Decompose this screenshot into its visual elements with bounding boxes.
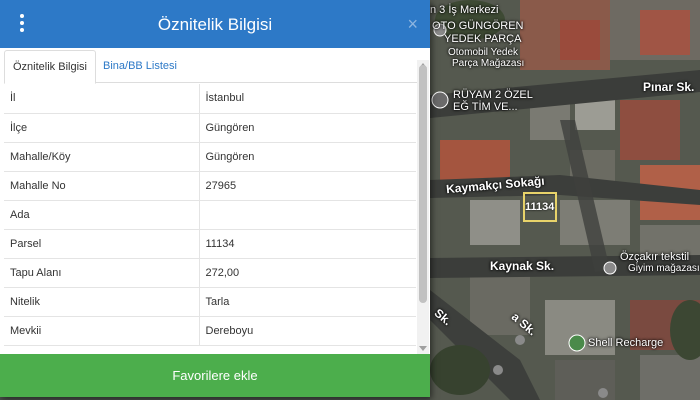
attribute-key: Mahalle/Köy: [4, 142, 200, 172]
scrollbar-thumb[interactable]: [419, 65, 427, 303]
table-row: İl İstanbul: [4, 84, 416, 114]
attribute-value: İstanbul: [199, 84, 416, 114]
dialog-tabs: Öznitelik Bilgisi Bina/BB Listesi: [4, 50, 426, 84]
attribute-table-container[interactable]: İl İstanbul İlçe Güngören Mahalle/Köy Gü…: [4, 84, 416, 354]
attribute-value: Güngören: [199, 113, 416, 143]
table-row: Nitelik Tarla: [4, 287, 416, 317]
attribute-value: Dereboyu: [199, 316, 416, 346]
attribute-value: Güngören: [199, 142, 416, 172]
map-label-oto-gungoren: OTO GÜNGÖREN: [432, 20, 524, 32]
map-label-kaynak-street: Kaynak Sk.: [490, 259, 555, 273]
table-row: Parsel 11134: [4, 229, 416, 259]
table-row: İlçe Güngören: [4, 113, 416, 143]
map-label-ruyam: RÜYAM 2 ÖZEL: [453, 89, 533, 101]
map-label-ozcakir: Özçakır tekstil: [620, 251, 690, 263]
map-label-egitim: EĞ TİM VE...: [453, 101, 518, 113]
map-label-yedek-parca: YEDEK PARÇA: [444, 33, 522, 45]
map-label-giyim: Giyim mağazası: [628, 263, 700, 274]
attribute-value: 11134: [199, 229, 416, 259]
table-row: Mahalle/Köy Güngören: [4, 142, 416, 172]
map-label-pinar-street: Pınar Sk.: [643, 80, 695, 94]
attribute-key: Ada: [4, 200, 200, 230]
dialog-header: Öznitelik Bilgisi ×: [0, 0, 430, 48]
attribute-value: [199, 200, 416, 230]
attribute-value: 27965: [199, 171, 416, 201]
close-icon[interactable]: ×: [407, 14, 418, 34]
attribute-value: 272,00: [199, 258, 416, 288]
attribute-value: Tarla: [199, 287, 416, 317]
attribute-key: İlçe: [4, 113, 200, 143]
attribute-info-dialog: Öznitelik Bilgisi × Öznitelik Bilgisi Bi…: [0, 0, 430, 397]
table-row: Mahalle No 27965: [4, 171, 416, 201]
attribute-key: Nitelik: [4, 287, 200, 317]
map-label-parca-magazasi: Parça Mağazası: [452, 58, 525, 69]
dialog-title: Öznitelik Bilgisi: [157, 15, 273, 34]
map-dot-icon: [493, 365, 503, 375]
table-scrollbar[interactable]: [417, 60, 429, 354]
attribute-key: Parsel: [4, 229, 200, 259]
table-row: Mevkii Dereboyu: [4, 316, 416, 346]
table-row: Ada: [4, 200, 416, 230]
school-pin-icon[interactable]: [431, 91, 449, 109]
scroll-down-arrow-icon[interactable]: [419, 346, 427, 351]
tab-building-list[interactable]: Bina/BB Listesi: [95, 50, 185, 83]
attribute-key: Mevkii: [4, 316, 200, 346]
tab-attribute-info[interactable]: Öznitelik Bilgisi: [4, 50, 96, 84]
attribute-table: İl İstanbul İlçe Güngören Mahalle/Köy Gü…: [4, 84, 416, 346]
charging-station-icon[interactable]: [568, 334, 586, 352]
map-dot-icon: [598, 388, 608, 398]
parcel-number-label: 11134: [525, 201, 555, 213]
map-label-is-merkezi: n 3 İş Merkezi: [430, 4, 499, 16]
attribute-key: İl: [4, 84, 200, 114]
map-dot-icon: [515, 335, 525, 345]
add-to-favorites-button[interactable]: Favorilere ekle: [0, 354, 430, 397]
attribute-key: Mahalle No: [4, 171, 200, 201]
map-label-shell-recharge: Shell Recharge: [588, 337, 664, 349]
table-row: Tapu Alanı 272,00: [4, 258, 416, 288]
attribute-key: Tapu Alanı: [4, 258, 200, 288]
clothing-store-pin-icon[interactable]: [603, 261, 617, 275]
